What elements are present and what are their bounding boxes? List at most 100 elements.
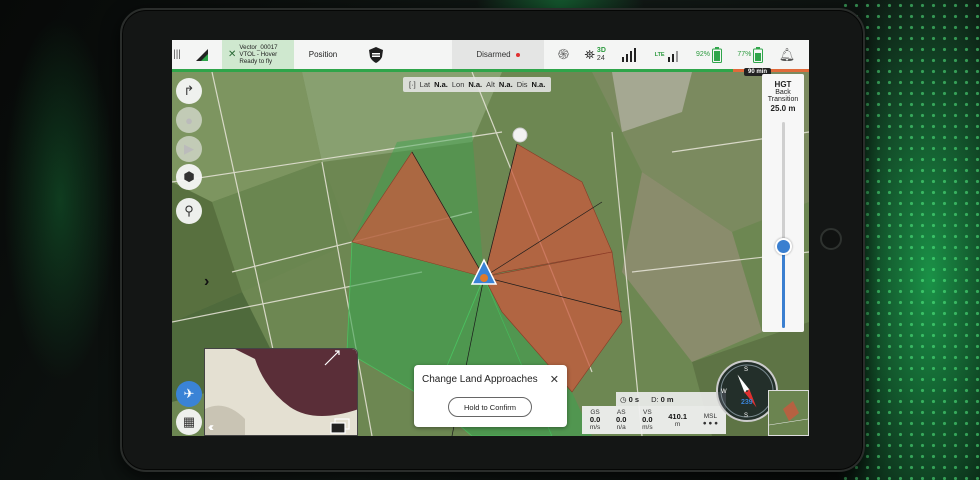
vehicle-ready-status: Ready to fly	[239, 58, 273, 65]
geofence-button[interactable]: ⬢	[176, 164, 202, 190]
play-icon: ▶	[184, 141, 194, 156]
telemetry-panel: GS 0.0 m/s AS 0.0 n/a VS 0.0 m/s 410.1 m…	[582, 406, 726, 434]
flight-time: 0 s	[628, 394, 640, 404]
status-icons: ֍ ⛯ 3D 24 LTE 92% 77% 🔔︎	[544, 40, 809, 69]
altitude-msl-unit: m	[674, 420, 681, 428]
vehicle-mode: VTOL - Hover	[239, 51, 278, 58]
altitude-readout: 410.1 m	[668, 411, 688, 428]
camera-feed-image	[205, 349, 357, 435]
rc-signal-icon[interactable]	[621, 47, 639, 62]
lte-label: LTE	[654, 51, 665, 58]
arm-status-label: Disarmed	[476, 50, 511, 59]
signal-bars-icon	[622, 47, 637, 62]
app-logo[interactable]	[182, 40, 222, 69]
minimap-image	[768, 391, 809, 435]
change-land-approaches-dialog: Change Land Approaches ✕ Hold to Confirm	[414, 365, 567, 427]
compass-n: S	[744, 367, 748, 373]
coordinates-readout: [·] Lat N.a. Lon N.a. Alt N.a. Dis N.a.	[403, 77, 552, 92]
drop-button[interactable]: ●	[176, 107, 202, 133]
route-button[interactable]: ↱	[176, 78, 202, 104]
altitude-msl-value: 410.1	[668, 411, 688, 421]
hold-to-confirm-button[interactable]: Hold to Confirm	[448, 397, 532, 417]
as-unit: n/a	[616, 424, 626, 431]
hexagon-grid-icon: ⬢	[183, 169, 195, 184]
altitude-slider-fill	[782, 245, 785, 328]
altitude-panel: HGT Back Transition 25.0 m	[762, 74, 804, 332]
flight-timer: ◷ 0 s D: 0 m	[616, 392, 726, 406]
satellite-icon: ⛯	[584, 46, 595, 62]
battery-icon	[712, 46, 722, 63]
tablet-home-button	[820, 228, 842, 250]
distance-value: 0 m	[660, 394, 674, 404]
dis-label: Dis	[516, 80, 528, 89]
battery-icon	[753, 46, 764, 63]
top-status-bar: ||| ✕ Vector_00017 VTOL - Hover Ready to…	[172, 40, 809, 72]
play-button[interactable]: ▶	[176, 136, 202, 162]
altitude-title: HGT	[774, 80, 792, 89]
satellite-count: 24	[596, 54, 605, 62]
collapse-chevrons-icon[interactable]: ‹‹‹	[208, 420, 214, 434]
vehicle-status-panel[interactable]: ✕ Vector_00017 VTOL - Hover Ready to fly	[222, 40, 294, 69]
vs-unit: m/s	[642, 424, 653, 431]
gps-fix: 3D	[596, 46, 606, 54]
fingerprint-icon[interactable]: ֍	[558, 45, 569, 64]
vehicle-name: Vector_00017	[239, 44, 278, 51]
map-icon: ▦	[182, 414, 196, 429]
page-dots-icon: ● ● ●	[702, 420, 719, 427]
drone-icon: ✕	[228, 49, 237, 60]
lte-bars-icon	[667, 50, 678, 62]
battery-1[interactable]: 92%	[695, 46, 722, 63]
as-value: 0.0	[615, 415, 627, 424]
gs-unit: m/s	[589, 424, 601, 431]
vs-readout: VS 0.0 m/s	[642, 409, 652, 431]
gs-readout: GS 0.0 m/s	[590, 409, 600, 431]
alt-value: N.a.	[498, 80, 513, 89]
arm-status-button[interactable]: Disarmed	[452, 40, 544, 69]
minimap[interactable]	[768, 390, 809, 436]
safety-shield-button[interactable]	[352, 40, 400, 69]
lon-value: N.a.	[468, 80, 483, 89]
alt-label: Alt	[486, 80, 495, 89]
battery-2-percent: 77%	[737, 51, 752, 58]
camera-preview[interactable]	[204, 348, 358, 436]
altitude-line-1: Back	[775, 89, 791, 96]
pin-button[interactable]: ⚲	[176, 198, 202, 224]
distance-label: D:	[651, 394, 659, 404]
dialog-title: Change Land Approaches	[422, 374, 538, 385]
chevron-right-icon[interactable]: ›	[204, 273, 209, 291]
crosshair-icon[interactable]: [·]	[409, 80, 416, 89]
shield-icon	[369, 46, 383, 63]
compass-w: W	[721, 389, 727, 395]
lon-label: Lon	[451, 80, 465, 89]
battery-1-percent: 92%	[695, 51, 710, 58]
app-screen: ||| ✕ Vector_00017 VTOL - Hover Ready to…	[172, 40, 809, 436]
menu-icon[interactable]: |||	[172, 40, 182, 69]
as-readout: AS 0.0 n/a	[616, 409, 626, 431]
battery-2[interactable]: 77%	[737, 46, 764, 63]
dis-value: N.a.	[531, 80, 546, 89]
drop-icon: ●	[185, 112, 193, 128]
heading-value: 239	[741, 399, 753, 406]
map-layers-button[interactable]: ▦	[176, 409, 202, 435]
compass-s: S	[744, 413, 748, 419]
gs-value: 0.0	[589, 415, 601, 424]
altitude-value: 25.0 m	[770, 104, 796, 113]
disarmed-indicator-icon	[515, 52, 520, 57]
map-pin-icon: ⚲	[184, 203, 194, 218]
logo-icon	[196, 48, 208, 61]
clock-icon: ◷	[620, 394, 627, 404]
msl-readout[interactable]: MSL ● ● ●	[703, 413, 718, 427]
mission-progress-fill	[172, 69, 733, 72]
lat-label: Lat	[419, 80, 431, 89]
plan-mode-button[interactable]: ✈	[176, 381, 202, 407]
altitude-slider-handle[interactable]	[775, 237, 792, 255]
plane-icon: ✈	[183, 386, 195, 401]
lat-value: N.a.	[434, 80, 448, 89]
bell-icon[interactable]: 🔔︎	[779, 47, 796, 63]
close-icon[interactable]: ✕	[550, 373, 559, 386]
lte-signal[interactable]: LTE	[655, 48, 681, 62]
route-arrow-icon: ↱	[183, 83, 195, 98]
msl-label: MSL	[703, 413, 718, 420]
flight-mode-selector[interactable]: Position	[294, 40, 352, 69]
gps-status[interactable]: ⛯ 3D 24	[585, 47, 606, 63]
